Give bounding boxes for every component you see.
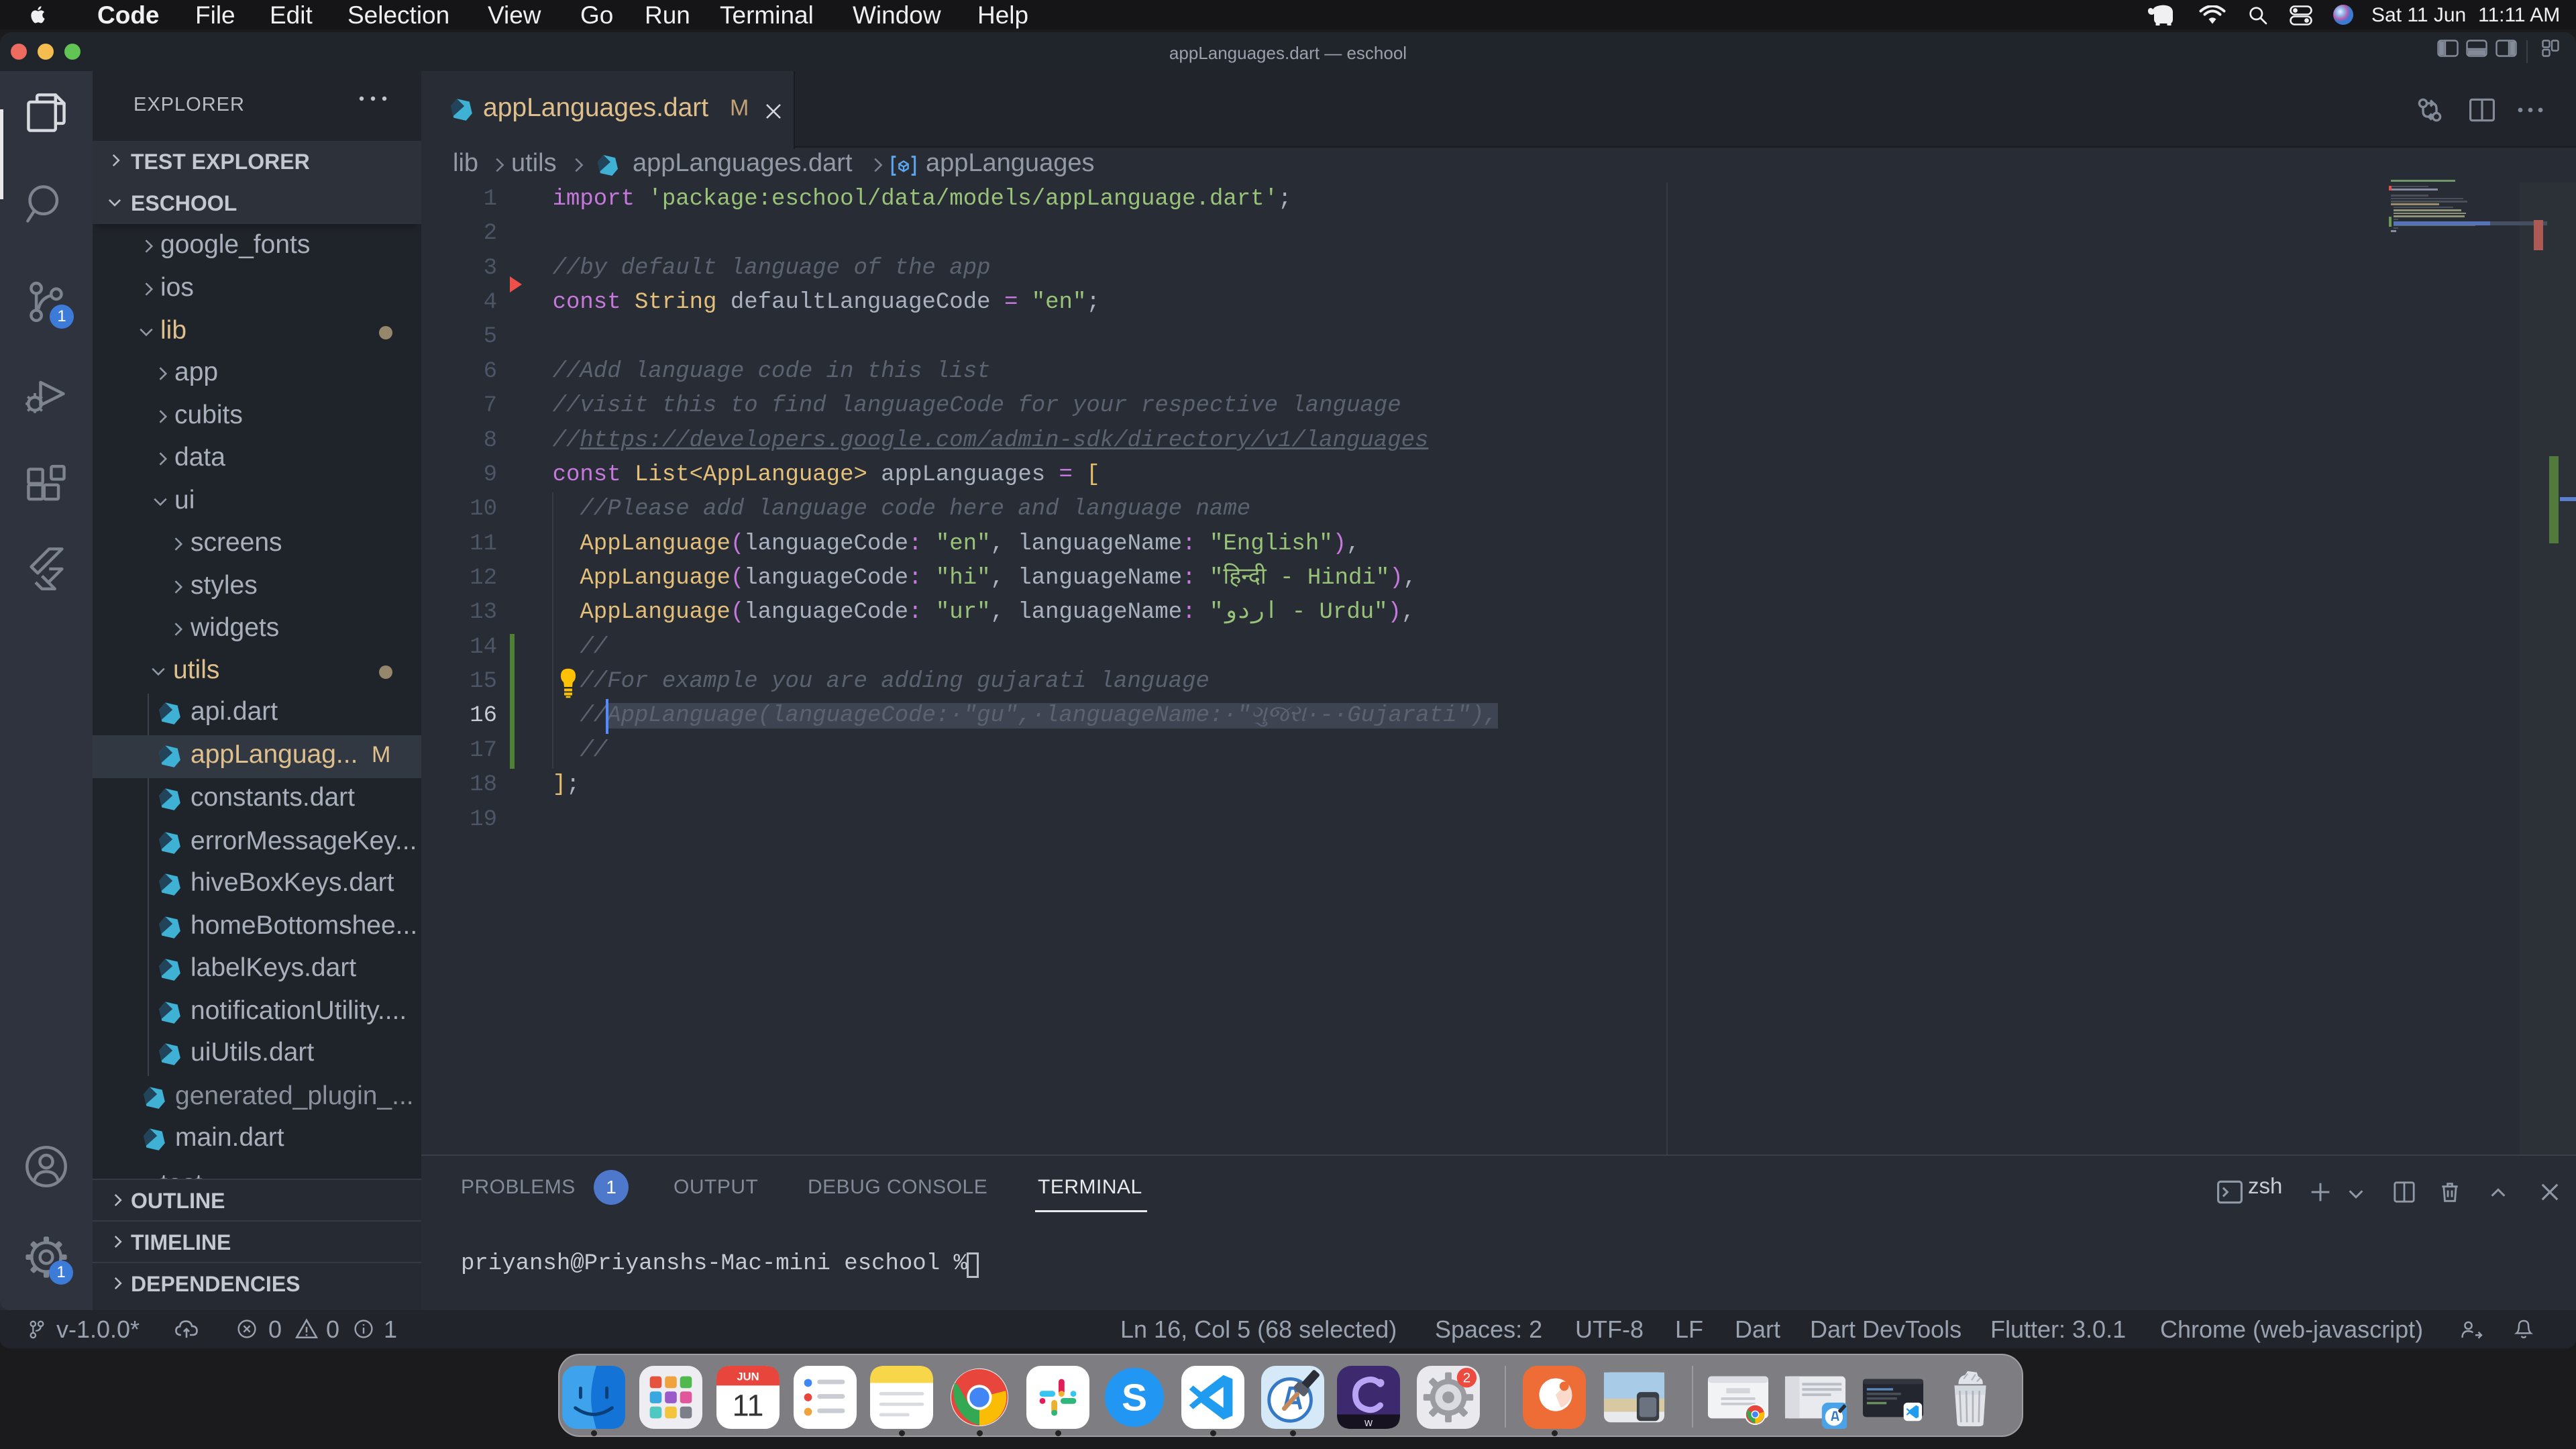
svg-text:S: S	[1122, 1377, 1147, 1419]
svg-text:JUN: JUN	[737, 1371, 759, 1383]
svg-text:11: 11	[733, 1388, 764, 1422]
svg-text:2: 2	[1463, 1370, 1470, 1385]
svg-text:w: w	[1364, 1416, 1373, 1429]
